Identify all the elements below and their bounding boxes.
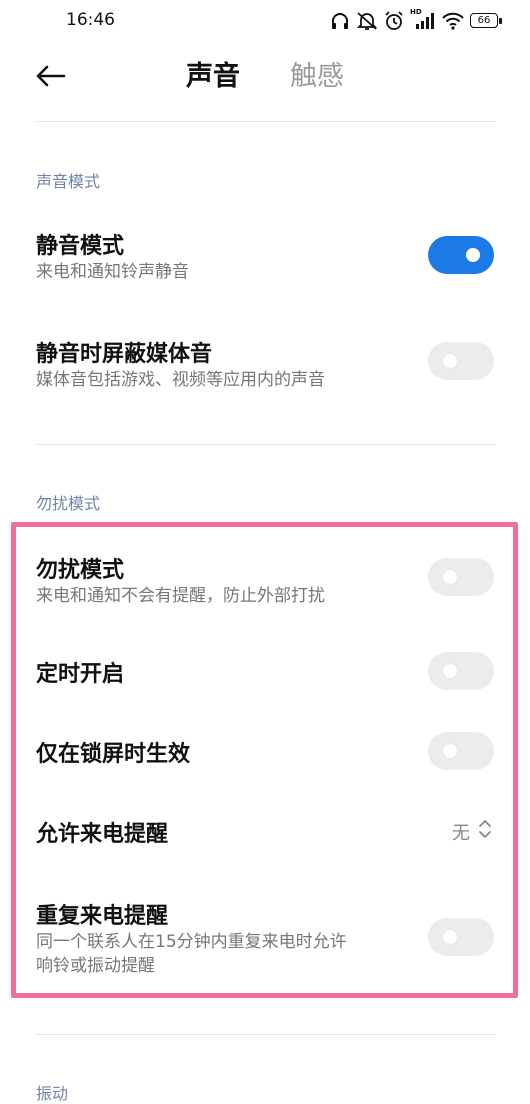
setting-subtitle-line2: 响铃或振动提醒 <box>36 956 155 976</box>
divider <box>36 121 496 122</box>
mute-ring-icon <box>356 11 378 31</box>
tab-haptics[interactable]: 触感 <box>290 60 344 94</box>
setting-title: 仅在锁屏时生效 <box>36 742 191 767</box>
battery-icon: 66 <box>470 12 502 30</box>
setting-silent-mode[interactable]: 静音模式 来电和通知铃声静音 <box>0 222 530 292</box>
section-title-sound-mode: 声音模式 <box>36 172 101 191</box>
setting-lockscreen-only[interactable]: 仅在锁屏时生效 <box>0 730 530 774</box>
hd-signal-icon: HD <box>410 8 436 31</box>
battery-level: 66 <box>477 14 491 26</box>
chevron-up-down-icon <box>478 818 492 845</box>
header: 声音 触感 <box>0 40 530 120</box>
setting-title: 静音模式 <box>36 234 125 259</box>
headphones-icon <box>330 11 350 31</box>
setting-subtitle: 来电和通知不会有提醒，防止外部打扰 <box>36 586 325 606</box>
lockscreen-only-toggle[interactable] <box>428 732 494 770</box>
setting-allow-calls[interactable]: 允许来电提醒 无 <box>0 812 530 852</box>
status-icons: HD 66 <box>330 8 502 33</box>
silent-mode-toggle[interactable] <box>428 236 494 274</box>
setting-mute-media[interactable]: 静音时屏蔽媒体音 媒体音包括游戏、视频等应用内的声音 <box>0 330 530 400</box>
mute-media-toggle[interactable] <box>428 342 494 380</box>
setting-title: 允许来电提醒 <box>36 822 169 847</box>
alarm-icon <box>384 11 404 31</box>
allow-calls-select[interactable]: 无 <box>452 818 492 845</box>
dnd-mode-toggle[interactable] <box>428 558 494 596</box>
setting-repeat-calls[interactable]: 重复来电提醒 同一个联系人在15分钟内重复来电时允许 响铃或振动提醒 <box>0 892 530 982</box>
setting-subtitle-line1: 同一个联系人在15分钟内重复来电时允许 <box>36 932 347 952</box>
back-button[interactable] <box>28 60 72 96</box>
status-time: 16:46 <box>66 10 115 30</box>
setting-subtitle: 来电和通知铃声静音 <box>36 262 189 282</box>
setting-title: 重复来电提醒 <box>36 904 169 929</box>
scheduled-toggle[interactable] <box>428 652 494 690</box>
setting-subtitle: 媒体音包括游戏、视频等应用内的声音 <box>36 370 325 390</box>
tab-sound[interactable]: 声音 <box>186 60 240 94</box>
setting-title: 定时开启 <box>36 662 125 687</box>
status-bar: 16:46 HD 66 <box>0 0 530 40</box>
section-title-dnd: 勿扰模式 <box>36 494 101 513</box>
divider <box>36 444 496 445</box>
section-title-vibration: 振动 <box>36 1084 69 1103</box>
divider <box>36 1034 496 1035</box>
wifi-icon <box>442 12 464 30</box>
setting-title: 静音时屏蔽媒体音 <box>36 342 213 367</box>
setting-title: 勿扰模式 <box>36 558 125 583</box>
setting-dnd-mode[interactable]: 勿扰模式 来电和通知不会有提醒，防止外部打扰 <box>0 546 530 616</box>
setting-scheduled[interactable]: 定时开启 <box>0 650 530 694</box>
arrow-left-icon <box>34 64 66 92</box>
select-value: 无 <box>452 822 470 844</box>
repeat-calls-toggle[interactable] <box>428 918 494 956</box>
